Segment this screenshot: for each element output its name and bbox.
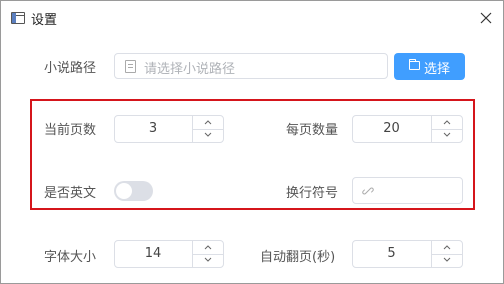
per-page-increment[interactable] — [432, 116, 462, 130]
chevron-up-icon — [204, 245, 212, 250]
close-icon — [480, 12, 492, 24]
auto-turn-label: 自动翻页(秒) — [260, 250, 336, 265]
auto-turn-stepper[interactable]: 5 — [352, 240, 463, 268]
page-number-stepper[interactable]: 3 — [114, 115, 224, 143]
chevron-down-icon — [443, 257, 451, 262]
font-size-stepper[interactable]: 14 — [114, 240, 224, 268]
auto-turn-increment[interactable] — [432, 241, 462, 255]
font-size-decrement[interactable] — [193, 254, 223, 267]
font-size-arrows — [192, 241, 223, 267]
page-number-decrement[interactable] — [193, 129, 223, 142]
chevron-up-icon — [204, 120, 212, 125]
english-label: 是否英文 — [44, 186, 97, 201]
link-icon — [362, 187, 374, 195]
novel-path-placeholder: 请选择小说路径 — [144, 62, 236, 77]
novel-path-label: 小说路径 — [44, 61, 97, 76]
chevron-down-icon — [204, 257, 212, 262]
font-size-increment[interactable] — [193, 241, 223, 255]
font-size-value: 14 — [144, 246, 162, 261]
line-separator-input[interactable] — [352, 177, 463, 204]
font-size-label: 字体大小 — [44, 250, 97, 265]
document-icon — [125, 60, 136, 73]
settings-window: 设置 小说路径 请选择小说路径 选择 当前页数 3 每页数量 20 是否英文 换… — [0, 0, 504, 284]
english-toggle[interactable] — [114, 181, 153, 201]
page-number-arrows — [192, 116, 223, 142]
toggle-knob — [116, 183, 132, 199]
title-bar: 设置 — [1, 1, 503, 35]
choose-path-button[interactable]: 选择 — [394, 53, 465, 80]
choose-button-label: 选择 — [424, 62, 451, 77]
window-title: 设置 — [31, 13, 58, 28]
per-page-label: 每页数量 — [286, 123, 339, 138]
auto-turn-arrows — [431, 241, 462, 267]
close-button[interactable] — [469, 1, 503, 35]
novel-path-input[interactable]: 请选择小说路径 — [114, 53, 388, 79]
auto-turn-value: 5 — [387, 246, 396, 261]
folder-icon — [409, 59, 420, 70]
per-page-stepper[interactable]: 20 — [352, 115, 463, 143]
chevron-up-icon — [443, 245, 451, 250]
per-page-value: 20 — [383, 121, 400, 136]
line-separator-label: 换行符号 — [286, 186, 339, 201]
chevron-down-icon — [443, 132, 451, 137]
chevron-up-icon — [443, 120, 451, 125]
chevron-down-icon — [204, 132, 212, 137]
per-page-arrows — [431, 116, 462, 142]
page-number-increment[interactable] — [193, 116, 223, 130]
page-number-label: 当前页数 — [44, 123, 97, 138]
auto-turn-decrement[interactable] — [432, 254, 462, 267]
per-page-decrement[interactable] — [432, 129, 462, 142]
page-number-value: 3 — [148, 121, 158, 136]
window-icon — [11, 12, 25, 24]
